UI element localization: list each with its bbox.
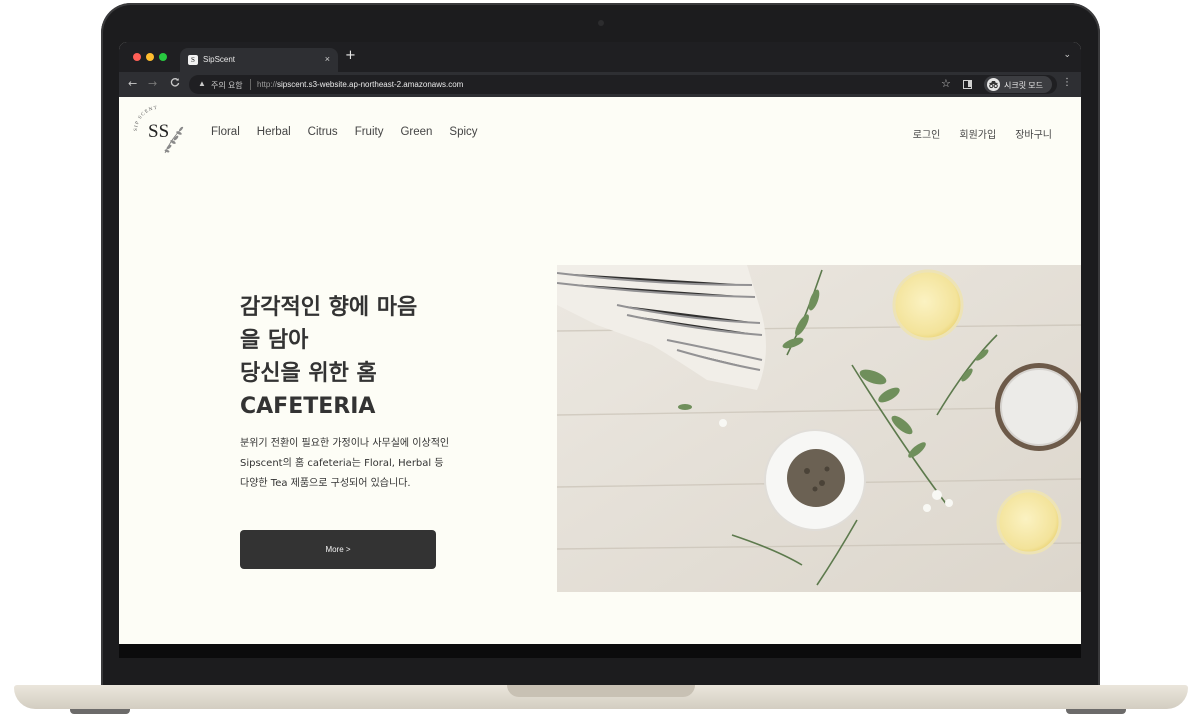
headline-line: 감각적인 향에 마음 bbox=[240, 295, 418, 320]
logo-graphic: SIP SCENT SS bbox=[134, 106, 184, 154]
tab-sipscent[interactable]: S SipScent × bbox=[180, 48, 338, 72]
favicon-icon: S bbox=[188, 55, 198, 65]
screen-bezel-bottom bbox=[119, 644, 1081, 658]
forward-button[interactable]: → bbox=[148, 77, 157, 91]
tab-title: SipScent bbox=[203, 55, 236, 64]
browser-menu-icon[interactable]: ⋮ bbox=[1062, 77, 1072, 88]
new-tab-button[interactable]: + bbox=[345, 49, 356, 63]
minimize-window-button[interactable] bbox=[146, 53, 154, 61]
browser-toolbar: ← → ▲ 주의 요함 http://sipscent.s3-website.a… bbox=[119, 72, 1081, 97]
camera bbox=[598, 20, 604, 26]
more-button[interactable]: More > bbox=[240, 530, 436, 569]
headline-line: 을 담아 bbox=[240, 328, 309, 353]
laptop-foot-left bbox=[70, 709, 130, 714]
nav-green[interactable]: Green bbox=[400, 126, 432, 138]
hero-description: 분위기 전환이 필요한 가정이나 사무실에 이상적인 Sipscent의 홈 c… bbox=[240, 438, 450, 489]
login-link[interactable]: 로그인 bbox=[913, 126, 941, 141]
headline-line: 당신을 위한 홈 bbox=[240, 361, 377, 386]
address-divider bbox=[250, 79, 251, 90]
tab-close-icon[interactable]: × bbox=[325, 54, 330, 64]
account-nav: 로그인 회원가입 장바구니 bbox=[894, 126, 1052, 141]
warning-icon[interactable]: ▲ bbox=[198, 79, 206, 88]
url-host: sipscent.s3-website.ap-northeast-2.amazo… bbox=[277, 80, 464, 89]
url-text[interactable]: http://sipscent.s3-website.ap-northeast-… bbox=[257, 80, 463, 89]
nav-citrus[interactable]: Citrus bbox=[308, 126, 338, 138]
incognito-badge[interactable]: 시크릿 모드 bbox=[984, 76, 1052, 93]
bookmark-star-icon[interactable]: ☆ bbox=[941, 77, 951, 90]
hero-image bbox=[557, 265, 1081, 592]
back-button[interactable]: ← bbox=[128, 77, 137, 91]
address-bar[interactable]: ▲ 주의 요함 http://sipscent.s3-website.ap-no… bbox=[189, 75, 1057, 94]
signup-link[interactable]: 회원가입 bbox=[959, 126, 996, 141]
tab-search-icon[interactable]: ⌄ bbox=[1063, 50, 1071, 60]
logo-monogram: SS bbox=[148, 121, 169, 142]
laptop-notch bbox=[507, 685, 695, 697]
hero-headline: 감각적인 향에 마음 을 담아 당신을 위한 홈 CAFETERIA bbox=[240, 291, 460, 423]
side-panel-icon[interactable] bbox=[963, 80, 972, 89]
url-scheme: http:// bbox=[257, 80, 278, 89]
maximize-window-button[interactable] bbox=[159, 53, 167, 61]
nav-fruity[interactable]: Fruity bbox=[355, 126, 384, 138]
browser-window: S SipScent × + ⌄ ← → ▲ 주의 요함 http://sips… bbox=[119, 42, 1081, 644]
incognito-label: 시크릿 모드 bbox=[1004, 81, 1044, 90]
security-warning-label[interactable]: 주의 요함 bbox=[211, 80, 243, 91]
cart-link[interactable]: 장바구니 bbox=[1015, 126, 1052, 141]
incognito-icon bbox=[987, 78, 1000, 91]
reload-icon bbox=[170, 78, 180, 87]
laptop-frame: S SipScent × + ⌄ ← → ▲ 주의 요함 http://sips… bbox=[0, 0, 1194, 719]
nav-floral[interactable]: Floral bbox=[211, 126, 240, 138]
nav-spicy[interactable]: Spicy bbox=[449, 126, 477, 138]
web-page: SIP SCENT SS Floral Herbal Citrus Fruity… bbox=[119, 97, 1081, 644]
headline-line: CAFETERIA bbox=[240, 394, 376, 419]
site-logo[interactable]: SIP SCENT SS bbox=[131, 101, 191, 161]
close-window-button[interactable] bbox=[133, 53, 141, 61]
tab-bar: S SipScent × + ⌄ bbox=[119, 42, 1081, 72]
category-nav: Floral Herbal Citrus Fruity Green Spicy bbox=[211, 126, 495, 138]
reload-button[interactable] bbox=[170, 77, 180, 91]
nav-herbal[interactable]: Herbal bbox=[257, 126, 291, 138]
laptop-foot-right bbox=[1066, 709, 1126, 714]
